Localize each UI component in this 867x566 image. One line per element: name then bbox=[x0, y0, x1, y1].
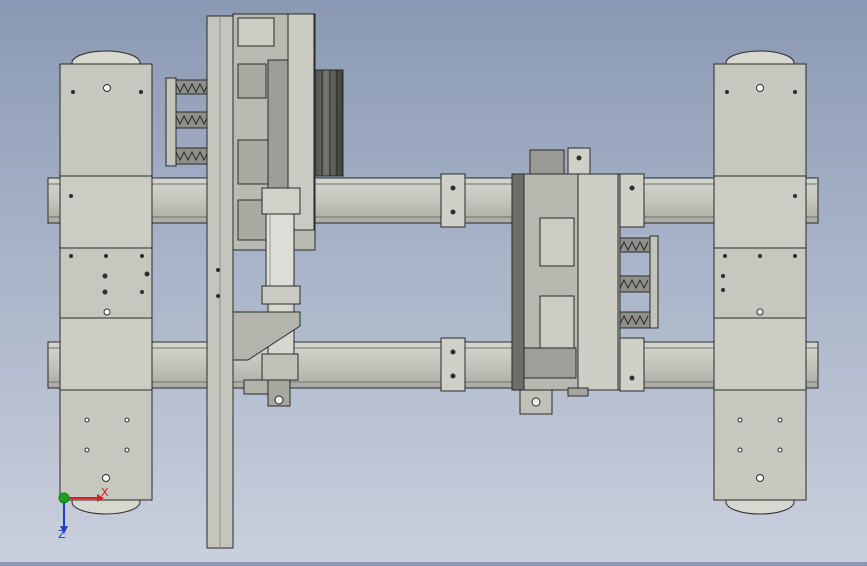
spring-assembly-left bbox=[165, 77, 211, 167]
drive-hub-right bbox=[511, 173, 621, 391]
bottom-clamp-left bbox=[243, 379, 269, 395]
beam-plate-upper-mid bbox=[440, 173, 466, 228]
side-frame-left bbox=[59, 63, 153, 501]
motor-mount-right bbox=[529, 147, 591, 175]
beam-lower bbox=[47, 341, 819, 389]
beam-plate-upper-right bbox=[619, 173, 645, 228]
z-axis-label: Z bbox=[58, 528, 66, 541]
assembly-drawing[interactable] bbox=[0, 0, 867, 562]
beam-plate-lower-right bbox=[619, 337, 645, 392]
beam-plate-lower-mid bbox=[440, 337, 466, 392]
cad-viewport[interactable]: X Z bbox=[0, 0, 867, 562]
side-frame-right bbox=[713, 63, 807, 501]
bottom-bracket-right bbox=[519, 387, 589, 415]
motor-drum-left bbox=[314, 69, 344, 177]
hydraulic-cylinder bbox=[261, 187, 301, 407]
x-axis-label: X bbox=[101, 486, 109, 499]
spring-assembly-right bbox=[615, 235, 659, 329]
drive-disc-left bbox=[206, 15, 234, 549]
beam-upper bbox=[47, 177, 819, 224]
